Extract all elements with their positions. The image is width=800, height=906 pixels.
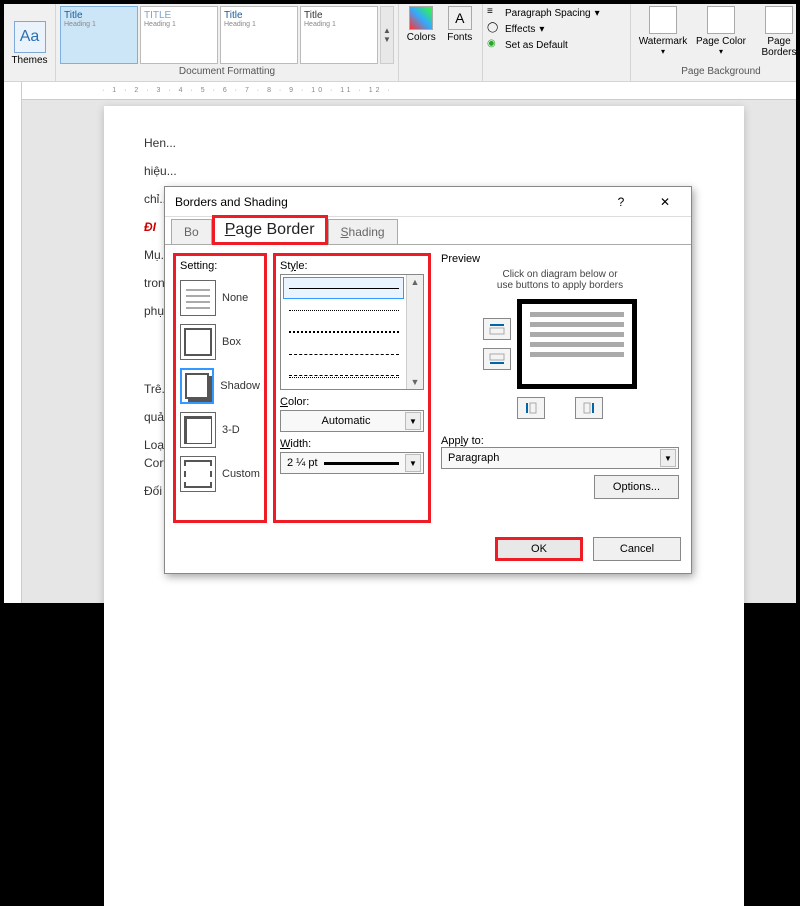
options-button[interactable]: Options... <box>594 475 679 499</box>
set-default-button[interactable]: ◉Set as Default <box>487 38 626 52</box>
chevron-down-icon: ▼ <box>660 449 676 467</box>
ribbon: Aa Themes TitleHeading 1 TITLEHeading 1 … <box>4 4 796 82</box>
style-option[interactable] <box>283 365 404 387</box>
cancel-button[interactable]: Cancel <box>593 537 681 561</box>
setting-shadow-icon <box>180 368 214 404</box>
style-label: Style: <box>280 260 424 272</box>
watermark-button[interactable]: Watermark▾ <box>635 6 691 56</box>
dialog-tabs: Bo Page Border Shading <box>165 217 691 245</box>
style-listbox[interactable]: ▲▼ <box>280 274 424 390</box>
setting-none-icon <box>180 280 216 316</box>
vertical-ruler[interactable] <box>4 82 22 603</box>
tab-borders[interactable]: Bo <box>171 219 212 244</box>
tab-page-border[interactable]: Page Border <box>212 215 328 245</box>
style-option[interactable] <box>283 321 404 343</box>
borders-shading-dialog: Borders and Shading ? ✕ Bo Page Border S… <box>164 186 692 574</box>
preview-panel: Preview Click on diagram below oruse but… <box>437 253 683 523</box>
style-card[interactable]: TitleHeading 1 <box>60 6 138 64</box>
style-option[interactable] <box>283 299 404 321</box>
color-combo[interactable]: Automatic ▼ <box>280 410 424 432</box>
style-card[interactable]: TITLEHeading 1 <box>140 6 218 64</box>
style-option[interactable] <box>283 277 404 299</box>
setting-label: Setting: <box>180 260 260 272</box>
ok-button[interactable]: OK <box>495 537 583 561</box>
style-panel: Style: ▲▼ Color: <box>273 253 431 523</box>
border-top-button[interactable] <box>483 318 511 340</box>
style-gallery-more[interactable]: ▲▼ <box>380 6 394 64</box>
setting-box[interactable]: Box <box>180 320 260 364</box>
page-color-icon <box>707 6 735 34</box>
style-card[interactable]: TitleHeading 1 <box>220 6 298 64</box>
width-combo[interactable]: 2 ¼ pt ▼ <box>280 452 424 474</box>
group-label: Document Formatting <box>60 66 394 79</box>
setting-3d[interactable]: 3-D <box>180 408 260 452</box>
color-label: Color: <box>280 396 424 408</box>
setting-shadow[interactable]: Shadow <box>180 364 260 408</box>
help-button[interactable]: ? <box>599 188 643 216</box>
setting-custom-icon <box>180 456 216 492</box>
watermark-icon <box>649 6 677 34</box>
themes-label: Themes <box>11 55 47 66</box>
themes-button[interactable]: Aa Themes <box>8 6 51 66</box>
setting-box-icon <box>180 324 216 360</box>
page-color-button[interactable]: Page Color▾ <box>693 6 749 56</box>
setting-custom[interactable]: Custom <box>180 452 260 496</box>
page-borders-icon <box>765 6 793 34</box>
group-label: Page Background <box>635 66 800 79</box>
style-scrollbar[interactable]: ▲▼ <box>406 275 423 389</box>
setting-none[interactable]: None <box>180 276 260 320</box>
border-left-button[interactable] <box>517 397 545 419</box>
colors-button[interactable]: Colors <box>403 6 440 43</box>
fonts-icon: A <box>448 6 472 30</box>
effects-icon: ◯ <box>487 22 501 36</box>
chevron-down-icon: ▼ <box>405 454 421 472</box>
close-button[interactable]: ✕ <box>643 188 687 216</box>
page-borders-button[interactable]: Page Borders <box>751 6 800 58</box>
colors-icon <box>409 6 433 30</box>
settings-panel: Setting: None Box Shadow <box>173 253 267 523</box>
document-area: · 1 · 2 · 3 · 4 · 5 · 6 · 7 · 8 · 9 · 10… <box>4 82 796 603</box>
preview-label: Preview <box>441 253 480 265</box>
style-option[interactable] <box>283 343 404 365</box>
themes-icon: Aa <box>14 21 46 53</box>
check-icon: ◉ <box>487 38 501 52</box>
dialog-titlebar: Borders and Shading ? ✕ <box>165 187 691 217</box>
paragraph-spacing-icon: ≡ <box>487 6 501 20</box>
setting-3d-icon <box>180 412 216 448</box>
border-bottom-button[interactable] <box>483 348 511 370</box>
tab-shading[interactable]: Shading <box>328 219 398 244</box>
scroll-up-icon[interactable]: ▲ <box>411 277 420 287</box>
width-label: Width: <box>280 438 424 450</box>
border-right-button[interactable] <box>575 397 603 419</box>
style-card[interactable]: TitleHeading 1 <box>300 6 378 64</box>
scroll-down-icon[interactable]: ▼ <box>411 377 420 387</box>
horizontal-ruler[interactable]: · 1 · 2 · 3 · 4 · 5 · 6 · 7 · 8 · 9 · 10… <box>22 82 796 100</box>
preview-hint: Click on diagram below oruse buttons to … <box>441 269 679 291</box>
apply-to-combo[interactable]: Paragraph ▼ <box>441 447 679 469</box>
fonts-button[interactable]: AFonts <box>442 6 479 43</box>
preview-diagram[interactable] <box>517 299 637 389</box>
dialog-title: Borders and Shading <box>175 195 288 209</box>
paragraph-spacing-button[interactable]: ≡Paragraph Spacing▾ <box>487 6 626 20</box>
effects-button[interactable]: ◯Effects▾ <box>487 22 626 36</box>
chevron-down-icon: ▼ <box>405 412 421 430</box>
apply-to-label: Apply to: <box>441 435 484 447</box>
